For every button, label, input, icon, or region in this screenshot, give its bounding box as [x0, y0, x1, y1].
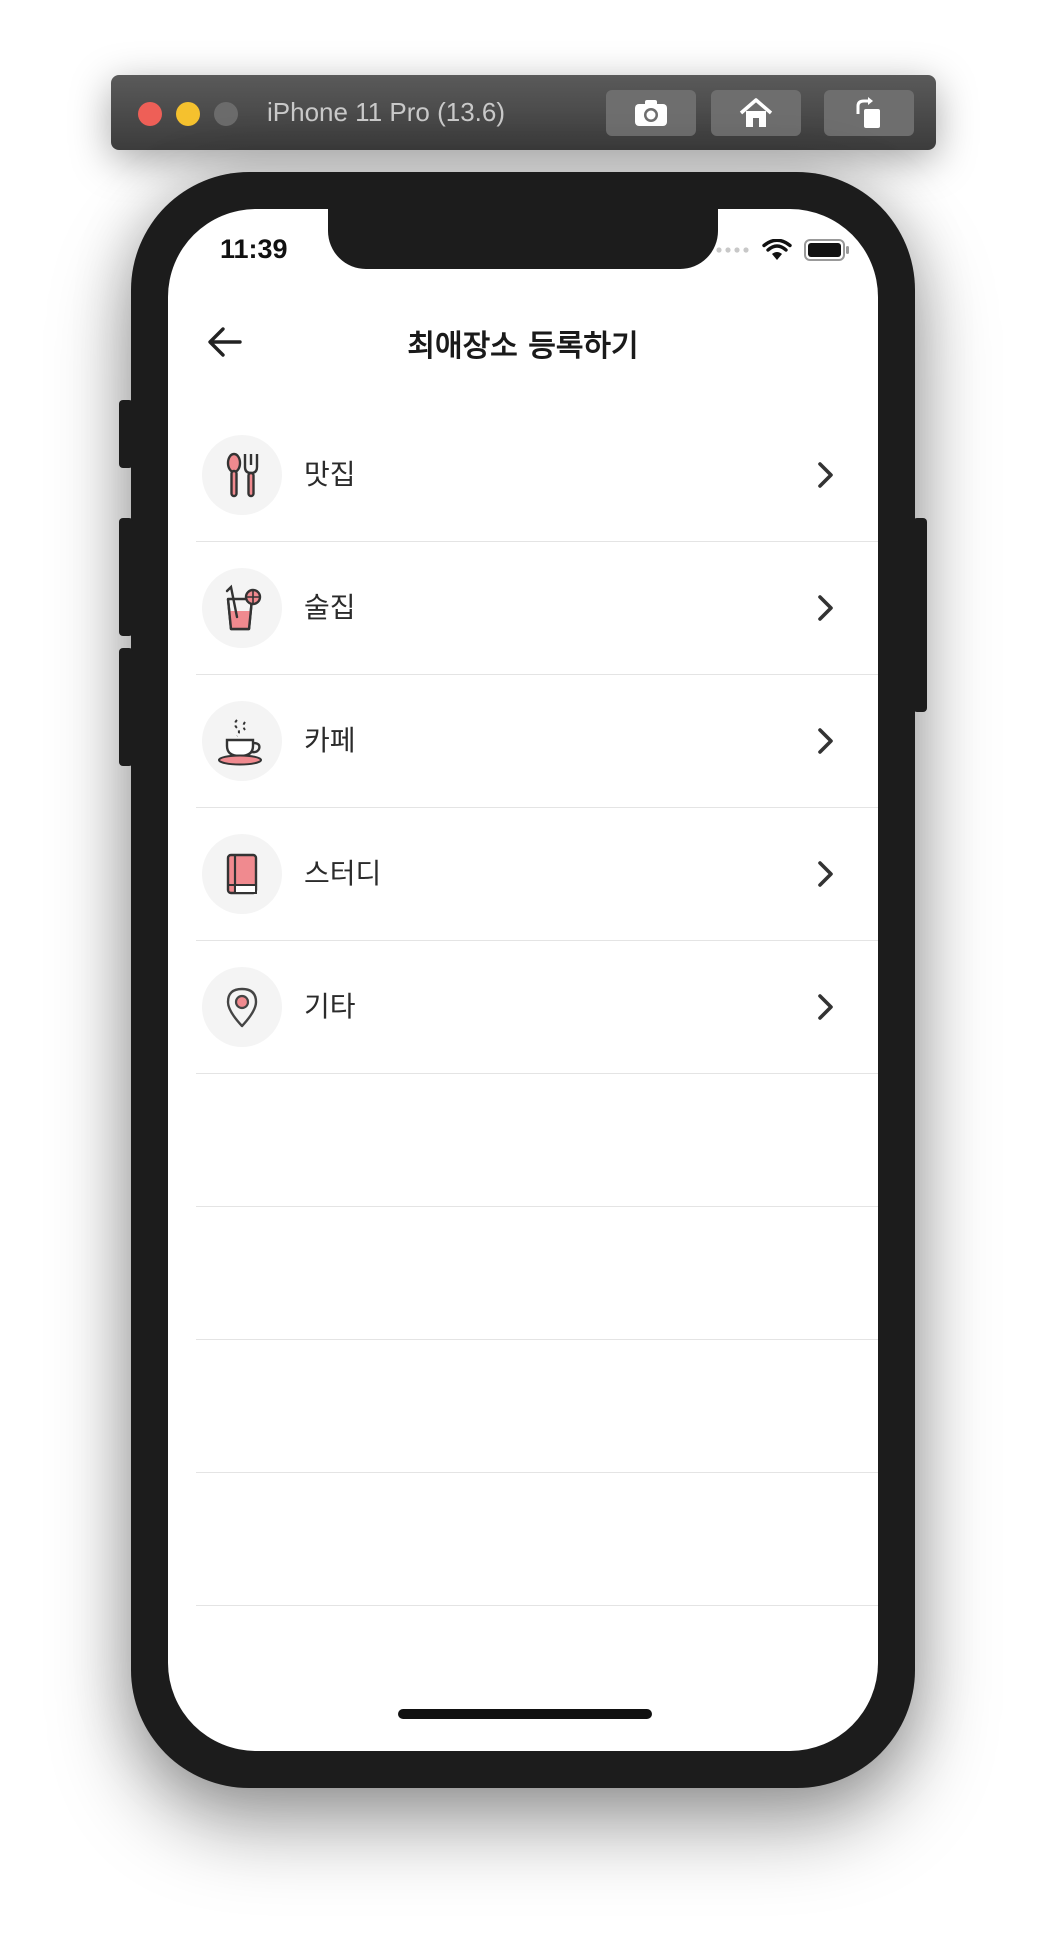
minimize-window-button[interactable] [176, 102, 200, 126]
phone-frame: 11:39 최애장소 등록하기 맛집 술집 카페 스터디 기타 [119, 172, 927, 1788]
drink-icon [225, 584, 262, 631]
wifi-icon [762, 239, 792, 260]
power-button [913, 518, 927, 712]
category-row-restaurant[interactable]: 맛집 [196, 409, 878, 542]
screenshot-button[interactable] [606, 90, 696, 136]
icon-badge [202, 701, 282, 781]
silent-switch [119, 400, 133, 468]
icon-badge [202, 967, 282, 1047]
rotate-icon [856, 97, 880, 128]
signal-icon [716, 247, 749, 253]
empty-row [196, 1340, 878, 1473]
category-label: 기타 [304, 990, 356, 1023]
volume-up-button [119, 518, 133, 636]
battery-icon [804, 239, 849, 261]
empty-row [196, 1473, 878, 1606]
category-row-cafe[interactable]: 카페 [196, 675, 878, 808]
chevron-right-icon [818, 994, 833, 1020]
coffee-cup-icon [218, 719, 262, 766]
status-time: 11:39 [220, 234, 288, 264]
icon-badge [202, 568, 282, 648]
category-label: 카페 [304, 724, 356, 757]
fork-spoon-icon [226, 452, 259, 498]
category-row-bar[interactable]: 술집 [196, 542, 878, 675]
chevron-right-icon [818, 462, 833, 488]
category-list: 맛집 술집 카페 스터디 기타 [196, 409, 878, 1606]
icon-badge [202, 834, 282, 914]
category-label: 술집 [304, 591, 356, 624]
empty-row [196, 1207, 878, 1340]
category-row-study[interactable]: 스터디 [196, 808, 878, 941]
icon-badge [202, 435, 282, 515]
book-icon [226, 853, 258, 895]
page-title: 최애장소 등록하기 [407, 329, 639, 364]
notch [328, 209, 718, 269]
chevron-right-icon [818, 595, 833, 621]
home-icon [739, 98, 773, 127]
app-screen: 11:39 최애장소 등록하기 맛집 술집 카페 스터디 기타 [168, 209, 878, 1751]
location-pin-icon [226, 987, 258, 1028]
category-label: 스터디 [304, 857, 382, 890]
screenshot-icon [635, 100, 667, 126]
simulator-title-bar: iPhone 11 Pro (13.6) [111, 75, 936, 150]
close-window-button[interactable] [138, 102, 162, 126]
category-row-other[interactable]: 기타 [196, 941, 878, 1074]
status-icons [716, 239, 850, 261]
home-indicator[interactable] [398, 1709, 652, 1719]
rotate-button[interactable] [824, 90, 914, 136]
chevron-right-icon [818, 728, 833, 754]
chevron-right-icon [818, 861, 833, 887]
home-button[interactable] [711, 90, 801, 136]
empty-row [196, 1074, 878, 1207]
zoom-window-button[interactable] [214, 102, 238, 126]
category-label: 맛집 [304, 458, 356, 491]
volume-down-button [119, 648, 133, 766]
simulator-title: iPhone 11 Pro (13.6) [267, 97, 505, 127]
